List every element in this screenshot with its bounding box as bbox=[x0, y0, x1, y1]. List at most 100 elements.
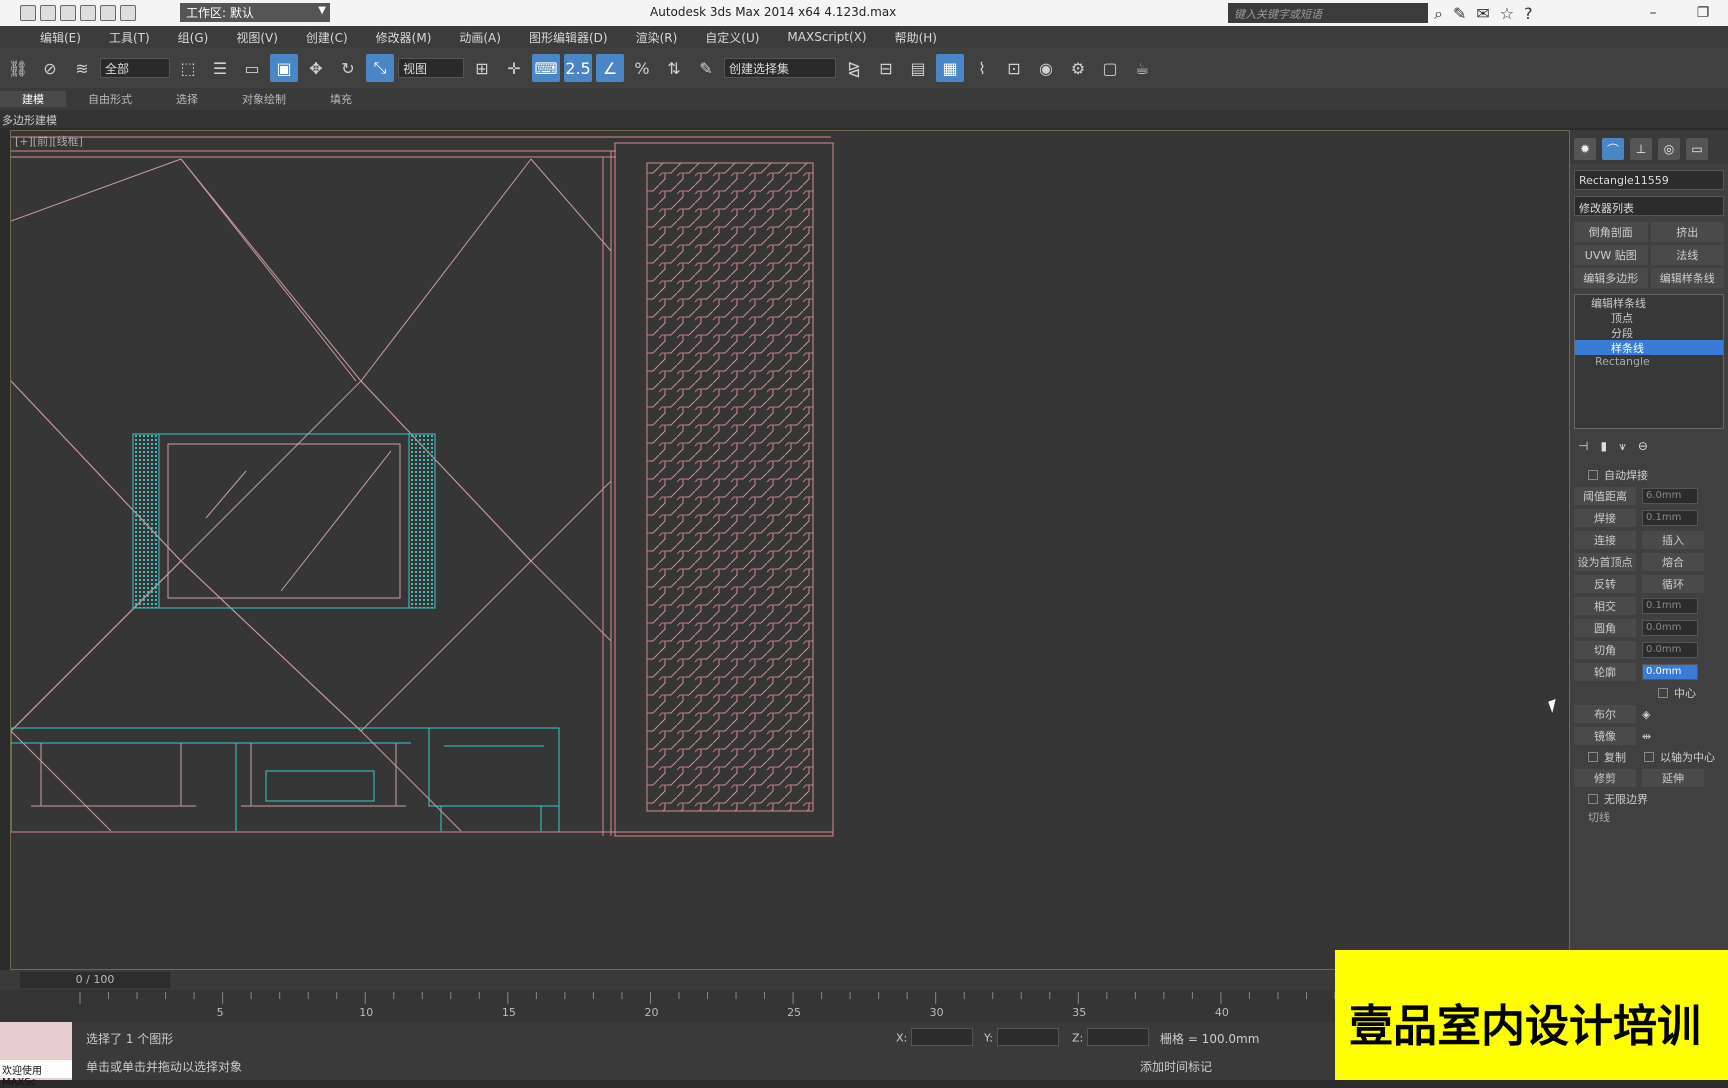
reverse-button[interactable]: 反转 bbox=[1574, 575, 1636, 593]
scale-icon[interactable]: ⤡ bbox=[366, 54, 394, 82]
stack-item-spline[interactable]: 样条线 bbox=[1575, 340, 1723, 355]
bevel-profile-button[interactable]: 倒角剖面 bbox=[1574, 222, 1648, 242]
redo-icon[interactable] bbox=[100, 5, 116, 21]
snaps-toggle-icon[interactable]: 2.5 bbox=[564, 54, 592, 82]
graphite-ribbon-icon[interactable]: ▦ bbox=[936, 54, 964, 82]
menu-item-rendering[interactable]: 渲染(R) bbox=[622, 29, 692, 46]
y-coordinate-input[interactable] bbox=[996, 1028, 1059, 1046]
angle-snap-icon[interactable]: ∠ bbox=[596, 54, 624, 82]
make-unique-icon[interactable]: ⩛ bbox=[1619, 439, 1626, 453]
project-folder-icon[interactable] bbox=[120, 5, 136, 21]
z-coordinate-input[interactable] bbox=[1087, 1028, 1150, 1046]
curve-editor-icon[interactable]: ⌇ bbox=[968, 54, 996, 82]
pivot-center-icon[interactable]: ⊞ bbox=[468, 54, 496, 82]
connect-button[interactable]: 连接 bbox=[1574, 531, 1636, 549]
add-time-tag-button[interactable]: 添加时间标记 bbox=[1140, 1058, 1212, 1075]
restore-icon[interactable]: ❐ bbox=[1678, 0, 1728, 26]
spinner-snap-icon[interactable]: ⇅ bbox=[660, 54, 688, 82]
weld-button[interactable]: 焊接 bbox=[1574, 509, 1636, 527]
normal-button[interactable]: 法线 bbox=[1650, 245, 1724, 265]
trim-button[interactable]: 修剪 bbox=[1574, 769, 1636, 787]
undo-icon[interactable] bbox=[80, 5, 96, 21]
mirror-button[interactable]: 镜像 bbox=[1574, 727, 1636, 745]
keyboard-shortcut-override-icon[interactable]: ⌨ bbox=[532, 54, 560, 82]
help-icon[interactable]: ? bbox=[1524, 4, 1533, 24]
uvw-map-button[interactable]: UVW 贴图 bbox=[1574, 245, 1648, 265]
workspace-dropdown[interactable]: 工作区: 默认 ▼ bbox=[180, 3, 330, 22]
move-icon[interactable]: ✥ bbox=[302, 54, 330, 82]
stack-item-edit-spline[interactable]: 编辑样条线 bbox=[1575, 295, 1723, 310]
unlink-icon[interactable]: ⊘ bbox=[36, 54, 64, 82]
outline-button[interactable]: 轮廓 bbox=[1574, 663, 1636, 681]
reference-coord-dropdown[interactable]: 视图 bbox=[398, 58, 464, 78]
show-end-result-icon[interactable]: ▮ bbox=[1600, 439, 1607, 453]
front-viewport[interactable]: [+][前][线框] bbox=[10, 130, 1570, 970]
menu-item-views[interactable]: 视图(V) bbox=[222, 29, 292, 46]
menu-item-group[interactable]: 组(G) bbox=[164, 29, 223, 46]
fillet-button[interactable]: 圆角 bbox=[1574, 619, 1636, 637]
object-name-field[interactable]: Rectangle11559 bbox=[1574, 170, 1724, 190]
create-tab-icon[interactable]: ✹ bbox=[1574, 138, 1596, 160]
window-crossing-icon[interactable]: ▣ bbox=[270, 54, 298, 82]
chamfer-input[interactable]: 0.0mm bbox=[1642, 642, 1698, 658]
tab-populate[interactable]: 填充 bbox=[308, 91, 374, 107]
select-object-icon[interactable]: ⬚ bbox=[174, 54, 202, 82]
mirror-horizontal-icon[interactable]: ⇹ bbox=[1642, 730, 1651, 743]
menu-item-edit[interactable]: 编辑(E) bbox=[26, 29, 95, 46]
rendered-frame-icon[interactable]: ▢ bbox=[1096, 54, 1124, 82]
subscription-icon[interactable]: ✎ bbox=[1453, 4, 1466, 24]
modify-tab-icon[interactable]: ⌒ bbox=[1602, 138, 1624, 160]
weld-input[interactable]: 0.1mm bbox=[1642, 510, 1698, 526]
save-file-icon[interactable] bbox=[60, 5, 76, 21]
insert-button[interactable]: 插入 bbox=[1642, 531, 1704, 549]
edit-poly-button[interactable]: 编辑多边形 bbox=[1574, 268, 1648, 288]
tab-freeform[interactable]: 自由形式 bbox=[66, 91, 154, 107]
select-manipulate-icon[interactable]: ✛ bbox=[500, 54, 528, 82]
material-editor-icon[interactable]: ◉ bbox=[1032, 54, 1060, 82]
menu-item-tools[interactable]: 工具(T) bbox=[95, 29, 164, 46]
auto-weld-checkbox[interactable]: 自动焊接 bbox=[1574, 465, 1724, 485]
render-setup-icon[interactable]: ⚙ bbox=[1064, 54, 1092, 82]
boolean-union-icon[interactable]: ◈ bbox=[1642, 708, 1650, 721]
chamfer-button[interactable]: 切角 bbox=[1574, 641, 1636, 659]
menu-item-help[interactable]: 帮助(H) bbox=[881, 29, 951, 46]
render-teapot-icon[interactable]: ☕ bbox=[1128, 54, 1156, 82]
tab-modeling[interactable]: 建模 bbox=[0, 91, 66, 107]
menu-item-maxscript[interactable]: MAXScript(X) bbox=[773, 30, 880, 44]
selection-filter-dropdown[interactable]: 全部 bbox=[100, 58, 170, 78]
center-checkbox[interactable]: 中心 bbox=[1574, 683, 1724, 703]
tab-selection[interactable]: 选择 bbox=[154, 91, 220, 107]
crossinsert-button[interactable]: 相交 bbox=[1574, 597, 1636, 615]
menu-item-modifiers[interactable]: 修改器(M) bbox=[362, 29, 446, 46]
x-coordinate-input[interactable] bbox=[911, 1028, 974, 1046]
search-input[interactable]: 键入关键字或短语 bbox=[1228, 3, 1428, 23]
remove-modifier-icon[interactable]: ⊖ bbox=[1638, 439, 1648, 453]
make-first-button[interactable]: 设为首顶点 bbox=[1574, 553, 1636, 571]
threshold-input[interactable]: 6.0mm bbox=[1642, 488, 1698, 504]
named-selection-dropdown[interactable]: 创建选择集 bbox=[724, 58, 836, 78]
extrude-button[interactable]: 挤出 bbox=[1650, 222, 1724, 242]
cycle-button[interactable]: 循环 bbox=[1642, 575, 1704, 593]
extend-button[interactable]: 延伸 bbox=[1642, 769, 1704, 787]
fillet-input[interactable]: 0.0mm bbox=[1642, 620, 1698, 636]
edit-spline-button[interactable]: 编辑样条线 bbox=[1650, 268, 1724, 288]
fuse-button[interactable]: 熔合 bbox=[1642, 553, 1704, 571]
maxscript-listener[interactable]: 欢迎使用 MAXSc bbox=[0, 1022, 72, 1088]
link-icon[interactable]: ⛓ bbox=[4, 54, 32, 82]
crossinsert-input[interactable]: 0.1mm bbox=[1642, 598, 1698, 614]
select-by-name-icon[interactable]: ☰ bbox=[206, 54, 234, 82]
menu-item-create[interactable]: 创建(C) bbox=[292, 29, 362, 46]
boolean-button[interactable]: 布尔 bbox=[1574, 705, 1636, 723]
rotate-icon[interactable]: ↻ bbox=[334, 54, 362, 82]
menu-item-customize[interactable]: 自定义(U) bbox=[691, 29, 773, 46]
tab-object-paint[interactable]: 对象绘制 bbox=[220, 91, 308, 107]
menu-item-graph-editors[interactable]: 图形编辑器(D) bbox=[515, 29, 622, 46]
stack-item-segment[interactable]: 分段 bbox=[1575, 325, 1723, 340]
mirror-icon[interactable]: ⧎ bbox=[840, 54, 868, 82]
minimize-icon[interactable]: – bbox=[1628, 0, 1678, 26]
time-slider[interactable]: 0 / 100 bbox=[20, 972, 170, 988]
infinite-bounds-checkbox[interactable]: 无限边界 bbox=[1574, 789, 1724, 809]
bind-spacewarp-icon[interactable]: ≋ bbox=[68, 54, 96, 82]
open-file-icon[interactable] bbox=[40, 5, 56, 21]
menu-item-animation[interactable]: 动画(A) bbox=[445, 29, 515, 46]
